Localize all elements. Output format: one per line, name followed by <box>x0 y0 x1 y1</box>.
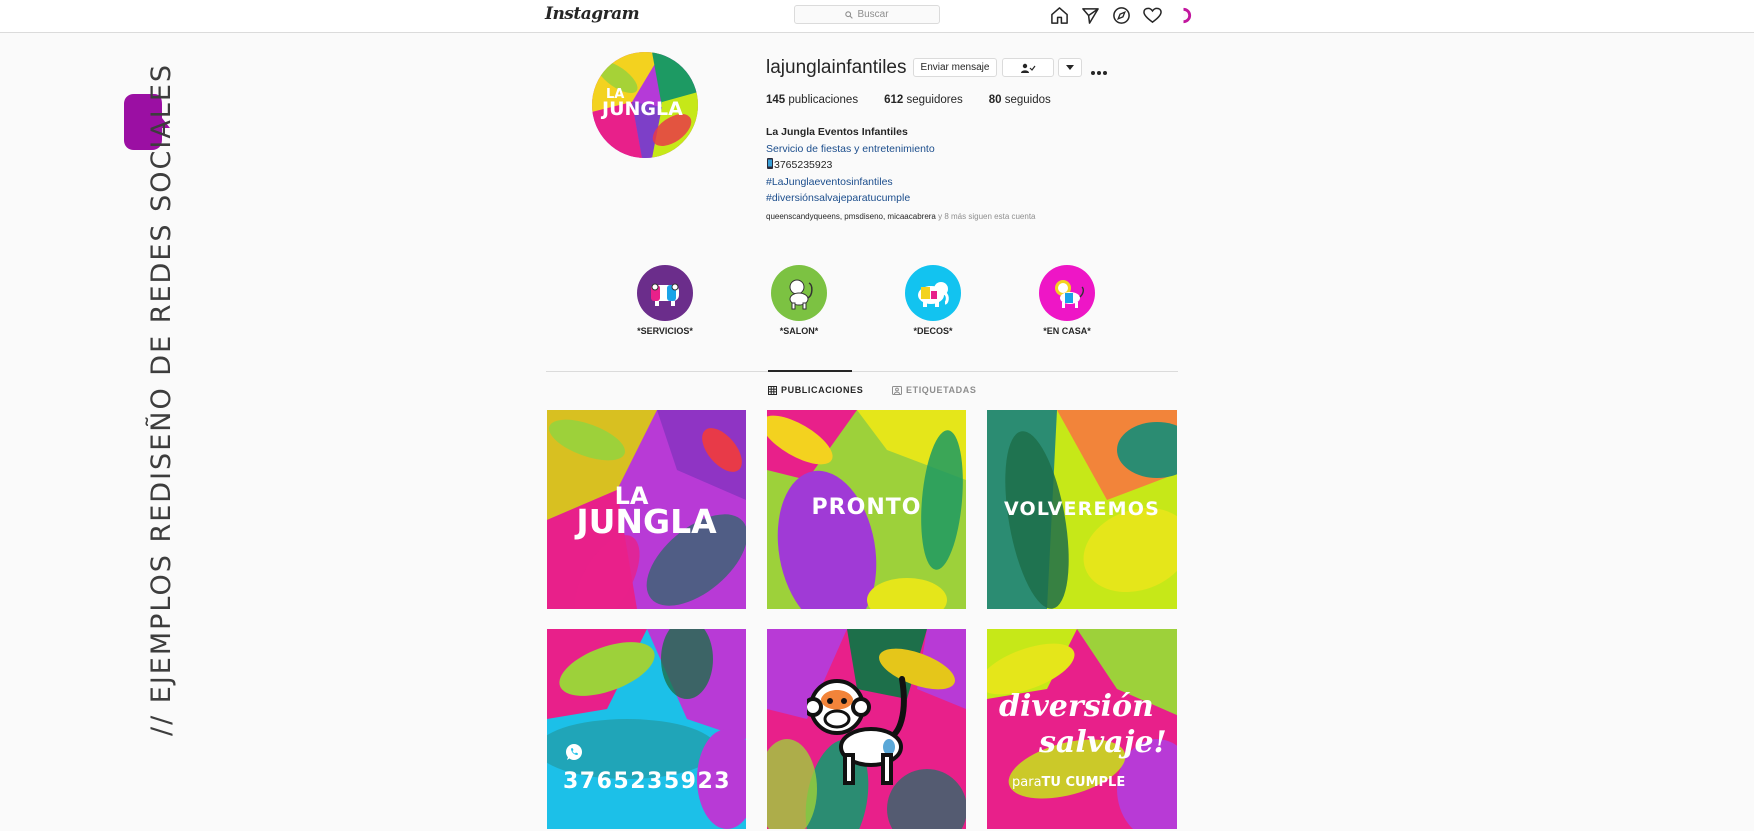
posts-stat: 145 publicaciones <box>766 94 858 106</box>
highlight-label: *DECOS* <box>913 326 953 336</box>
followed-by[interactable]: queenscandyqueens, pmsdiseno, micaacabre… <box>766 212 1036 221</box>
active-tab-indicator <box>768 370 852 372</box>
post-tile[interactable]: diversión salvaje! paraTU CUMPLE <box>987 629 1177 829</box>
posts-label: publicaciones <box>788 94 859 106</box>
post-tile[interactable] <box>767 629 966 829</box>
bio-hashtag-2[interactable]: #diversiónsalvajeparatucumple <box>766 190 935 207</box>
followed-by-names: queenscandyqueens, pmsdiseno, micaacabre… <box>766 212 936 221</box>
following-label: seguidos <box>1004 94 1051 106</box>
posts-count: 145 <box>766 94 786 106</box>
direct-icon[interactable] <box>1081 6 1100 25</box>
highlight-circle <box>905 265 961 321</box>
send-message-button[interactable]: Enviar mensaje <box>913 58 997 77</box>
post-text-small-a: para <box>1012 775 1042 790</box>
highlight-circle <box>637 265 693 321</box>
post-text-line1: diversión <box>999 689 1154 724</box>
elephant-icon <box>918 282 949 307</box>
search-input[interactable]: Buscar <box>794 5 940 24</box>
post-text: VOLVEREMOS <box>1003 498 1161 520</box>
search-placeholder: Buscar <box>857 9 889 20</box>
profile-username: lajunglainfantiles <box>766 57 907 78</box>
post-tile[interactable]: LA JUNGLA <box>547 410 746 609</box>
tabs-divider <box>546 371 1178 372</box>
activity-heart-icon[interactable] <box>1143 6 1162 25</box>
tab-etiquetadas[interactable]: ETIQUETADAS <box>892 385 976 395</box>
whatsapp-icon <box>566 744 582 760</box>
post-tile[interactable]: PRONTO <box>767 410 966 609</box>
followed-by-more: y 8 más siguen esta cuenta <box>935 212 1036 221</box>
highlight-label: *EN CASA* <box>1043 326 1091 336</box>
highlight-salon[interactable]: *SALON* <box>764 265 834 336</box>
highlight-en-casa[interactable]: *EN CASA* <box>1032 265 1102 336</box>
highlight-circle <box>771 265 827 321</box>
top-navigation-bar: Instagram Buscar <box>0 0 1754 33</box>
more-options-button[interactable] <box>1090 63 1108 81</box>
profile-stats: 145 publicaciones 612 seguidores 80 segu… <box>766 94 1051 106</box>
bio-name: La Jungla Eventos Infantiles <box>766 126 908 138</box>
suggestions-dropdown-button[interactable] <box>1058 58 1082 77</box>
phone-emoji-icon <box>767 158 773 169</box>
post-text-bottom: JUNGLA <box>576 502 717 541</box>
post-text: 3765235923 <box>563 769 732 794</box>
following-stat[interactable]: 80 seguidos <box>989 94 1051 106</box>
profile-avatar[interactable]: LA JUNGLA <box>592 52 698 158</box>
avatar-text-bottom: JUNGLA <box>600 98 683 120</box>
highlight-decos[interactable]: *DECOS* <box>898 265 968 336</box>
instagram-logo[interactable]: Instagram <box>545 4 640 24</box>
bio-phone: 3765235923 <box>774 159 833 171</box>
bio-phone-line: 3765235923 <box>766 157 935 174</box>
bio-hashtag-1[interactable]: #LaJunglaeventosinfantiles <box>766 174 935 191</box>
person-check-icon <box>1021 63 1036 73</box>
post-text-line2: salvaje! <box>1039 725 1167 760</box>
post-text-small-b: TU CUMPLE <box>1041 775 1126 790</box>
tagged-icon <box>892 385 902 395</box>
explore-icon[interactable] <box>1112 6 1131 25</box>
followers-label: seguidores <box>906 94 963 106</box>
profile-bio: La Jungla Eventos Infantiles Servicio de… <box>766 124 935 207</box>
caret-down-icon <box>1066 64 1074 70</box>
search-icon <box>845 10 854 19</box>
more-dots-icon <box>1091 71 1107 75</box>
profile-avatar-icon[interactable] <box>1174 6 1193 25</box>
followers-stat[interactable]: 612 seguidores <box>884 94 963 106</box>
highlight-circle <box>1039 265 1095 321</box>
highlight-label: *SALON* <box>779 326 819 336</box>
tab-label: ETIQUETADAS <box>906 385 977 395</box>
tab-label: PUBLICACIONES <box>781 385 864 395</box>
post-text: PRONTO <box>811 495 922 520</box>
post-text-small: paraTU CUMPLE <box>1012 775 1177 790</box>
following-count: 80 <box>988 94 1002 106</box>
hippo-icon <box>651 283 679 306</box>
grid-icon <box>768 385 777 395</box>
post-tile[interactable]: VOLVEREMOS <box>987 410 1177 609</box>
bio-category[interactable]: Servicio de fiestas y entretenimiento <box>766 141 935 158</box>
side-caption: // EJEMPLOS REDISEÑO DE REDES SOCIALES <box>146 62 177 736</box>
following-button[interactable] <box>1002 58 1054 77</box>
tab-publicaciones[interactable]: PUBLICACIONES <box>768 385 863 395</box>
lion-icon <box>1055 280 1085 308</box>
highlight-label: *SERVICIOS* <box>637 326 693 336</box>
monkey-icon <box>789 279 813 310</box>
home-icon[interactable] <box>1050 6 1069 25</box>
followers-count: 612 <box>884 94 904 106</box>
highlight-servicios[interactable]: *SERVICIOS* <box>630 265 700 336</box>
monkey-icon <box>807 676 907 785</box>
post-tile[interactable]: 3765235923 <box>547 629 746 829</box>
post-background <box>547 629 746 829</box>
